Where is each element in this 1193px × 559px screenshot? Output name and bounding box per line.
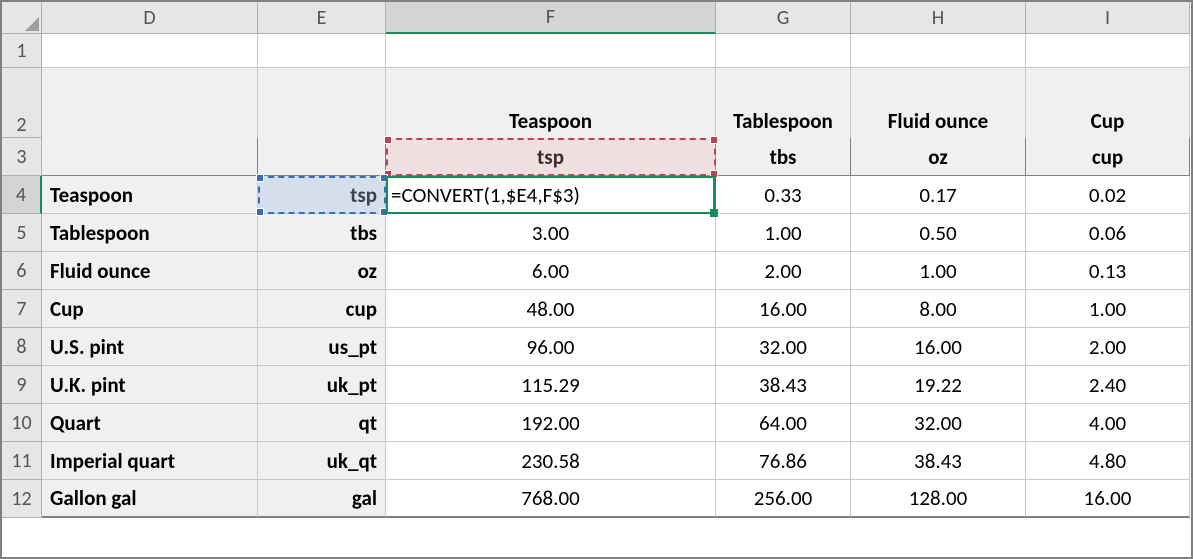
- cell-I12[interactable]: 16.00: [1026, 480, 1190, 518]
- cell-E11[interactable]: uk_qt: [258, 442, 386, 480]
- cell-F6[interactable]: 6.00: [386, 252, 716, 290]
- cell-F11[interactable]: 230.58: [386, 442, 716, 480]
- cell-I9[interactable]: 2.40: [1026, 366, 1190, 404]
- row-header-4[interactable]: 4: [2, 176, 42, 214]
- row-header-2[interactable]: 2: [2, 68, 42, 138]
- select-all-corner[interactable]: [2, 2, 42, 34]
- col-header-G[interactable]: G: [716, 2, 851, 34]
- cell-I8[interactable]: 2.00: [1026, 328, 1190, 366]
- cell-G7[interactable]: 16.00: [716, 290, 851, 328]
- cell-G10[interactable]: 64.00: [716, 404, 851, 442]
- row-header-11[interactable]: 11: [2, 442, 42, 480]
- cell-H11[interactable]: 38.43: [851, 442, 1026, 480]
- cell-H3[interactable]: oz: [851, 138, 1026, 176]
- cell-I2[interactable]: Cup: [1026, 68, 1190, 138]
- cell-H8[interactable]: 16.00: [851, 328, 1026, 366]
- col-header-E[interactable]: E: [258, 2, 386, 34]
- col-header-H[interactable]: H: [851, 2, 1026, 34]
- cell-F5[interactable]: 3.00: [386, 214, 716, 252]
- cell-D11[interactable]: Imperial quart: [42, 442, 258, 480]
- cell-I4[interactable]: 0.02: [1026, 176, 1190, 214]
- row-header-12[interactable]: 12: [2, 480, 42, 518]
- cell-I3[interactable]: cup: [1026, 138, 1190, 176]
- cell-H4[interactable]: 0.17: [851, 176, 1026, 214]
- cell-E12[interactable]: gal: [258, 480, 386, 518]
- cell-H5[interactable]: 0.50: [851, 214, 1026, 252]
- cell-G4[interactable]: 0.33: [716, 176, 851, 214]
- row-header-10[interactable]: 10: [2, 404, 42, 442]
- cell-D6[interactable]: Fluid ounce: [42, 252, 258, 290]
- cell-F1[interactable]: [386, 34, 716, 68]
- cell-G8[interactable]: 32.00: [716, 328, 851, 366]
- cell-H2[interactable]: Fluid ounce: [851, 68, 1026, 138]
- cell-D4[interactable]: Teaspoon: [42, 176, 258, 214]
- cell-F9[interactable]: 115.29: [386, 366, 716, 404]
- cell-F12[interactable]: 768.00: [386, 480, 716, 518]
- cell-D12[interactable]: Gallon gal: [42, 480, 258, 518]
- cell-G1[interactable]: [716, 34, 851, 68]
- cell-E1[interactable]: [258, 34, 386, 68]
- cell-F8[interactable]: 96.00: [386, 328, 716, 366]
- cell-I5[interactable]: 0.06: [1026, 214, 1190, 252]
- cell-E7[interactable]: cup: [258, 290, 386, 328]
- cell-E3[interactable]: [258, 138, 386, 176]
- cell-D2[interactable]: [42, 68, 258, 138]
- cell-I6[interactable]: 0.13: [1026, 252, 1190, 290]
- row-header-1[interactable]: 1: [2, 34, 42, 68]
- cell-H10[interactable]: 32.00: [851, 404, 1026, 442]
- cell-E8[interactable]: us_pt: [258, 328, 386, 366]
- cell-D10[interactable]: Quart: [42, 404, 258, 442]
- cell-I11[interactable]: 4.80: [1026, 442, 1190, 480]
- cell-F3[interactable]: tsp: [386, 138, 716, 176]
- col-header-D[interactable]: D: [42, 2, 258, 34]
- cell-F2[interactable]: Teaspoon: [386, 68, 716, 138]
- cell-D5[interactable]: Tablespoon: [42, 214, 258, 252]
- cell-G5[interactable]: 1.00: [716, 214, 851, 252]
- cell-H1[interactable]: [851, 34, 1026, 68]
- cell-D9[interactable]: U.K. pint: [42, 366, 258, 404]
- cell-G12[interactable]: 256.00: [716, 480, 851, 518]
- cell-G3[interactable]: tbs: [716, 138, 851, 176]
- cell-G2[interactable]: Tablespoon: [716, 68, 851, 138]
- row-header-9[interactable]: 9: [2, 366, 42, 404]
- cell-E5[interactable]: tbs: [258, 214, 386, 252]
- cell-H7[interactable]: 8.00: [851, 290, 1026, 328]
- row-header-6[interactable]: 6: [2, 252, 42, 290]
- cell-D1[interactable]: [42, 34, 258, 68]
- cell-I10[interactable]: 4.00: [1026, 404, 1190, 442]
- row-header-3[interactable]: 3: [2, 138, 42, 176]
- cell-F7[interactable]: 48.00: [386, 290, 716, 328]
- row-header-5[interactable]: 5: [2, 214, 42, 252]
- cell-H12[interactable]: 128.00: [851, 480, 1026, 518]
- col-header-I[interactable]: I: [1026, 2, 1190, 34]
- cell-I1[interactable]: [1026, 34, 1190, 68]
- cell-D3[interactable]: [42, 138, 258, 176]
- cell-E9[interactable]: uk_pt: [258, 366, 386, 404]
- col-header-F[interactable]: F: [386, 2, 716, 34]
- cell-E6[interactable]: oz: [258, 252, 386, 290]
- cell-H9[interactable]: 19.22: [851, 366, 1026, 404]
- cell-E4[interactable]: tsp: [258, 176, 386, 214]
- row-header-8[interactable]: 8: [2, 328, 42, 366]
- cell-F10[interactable]: 192.00: [386, 404, 716, 442]
- cell-G9[interactable]: 38.43: [716, 366, 851, 404]
- spreadsheet-grid[interactable]: D E F G H I 1 2 Teaspoon Tablespoon Flui…: [2, 2, 1191, 518]
- cell-F4[interactable]: =CONVERT(1,$E4,F$3): [386, 176, 716, 214]
- cell-D7[interactable]: Cup: [42, 290, 258, 328]
- cell-E10[interactable]: qt: [258, 404, 386, 442]
- cell-E2[interactable]: [258, 68, 386, 138]
- cell-I7[interactable]: 1.00: [1026, 290, 1190, 328]
- row-header-7[interactable]: 7: [2, 290, 42, 328]
- cell-G11[interactable]: 76.86: [716, 442, 851, 480]
- cell-D8[interactable]: U.S. pint: [42, 328, 258, 366]
- cell-H6[interactable]: 1.00: [851, 252, 1026, 290]
- cell-G6[interactable]: 2.00: [716, 252, 851, 290]
